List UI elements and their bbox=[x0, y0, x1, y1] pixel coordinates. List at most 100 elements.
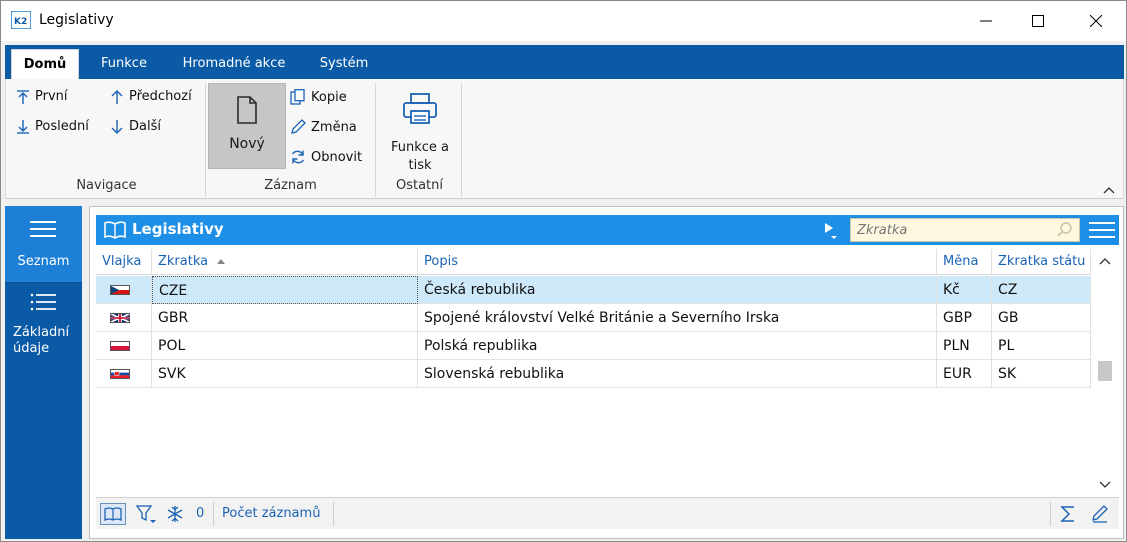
pencil-icon bbox=[1092, 505, 1108, 523]
group-zaznam: Nový Kopie Změna Obnovit Záznam bbox=[206, 83, 376, 197]
next-button[interactable]: Další bbox=[110, 119, 161, 134]
column-header-vlajka[interactable]: Vlajka bbox=[96, 249, 152, 275]
record-count-button[interactable]: Počet záznamů bbox=[222, 506, 320, 521]
last-label: Poslední bbox=[35, 119, 89, 134]
last-button[interactable]: Poslední bbox=[16, 119, 89, 134]
footer-separator bbox=[213, 502, 214, 526]
book-icon bbox=[104, 221, 126, 239]
maximize-button[interactable] bbox=[1015, 1, 1061, 41]
table-row[interactable]: SVK Slovenská rebublika EUR SK bbox=[96, 360, 1091, 388]
gb-flag-icon bbox=[110, 313, 130, 323]
ribbon: První Poslední Předchozí Další Navigace bbox=[5, 79, 1124, 199]
description-cell[interactable]: Slovenská rebublika bbox=[418, 360, 937, 388]
previous-label: Předchozí bbox=[129, 89, 192, 104]
sum-button[interactable] bbox=[1056, 503, 1080, 525]
new-document-icon bbox=[237, 96, 257, 124]
column-header-mena[interactable]: Měna bbox=[937, 249, 992, 275]
scrollbar-thumb[interactable] bbox=[1098, 361, 1112, 381]
previous-button[interactable]: Předchozí bbox=[110, 89, 192, 104]
state-code-cell[interactable]: SK bbox=[992, 360, 1091, 388]
table-row[interactable]: CZE Česká rebublika Kč CZ bbox=[96, 276, 1091, 304]
code-cell[interactable]: POL bbox=[152, 332, 418, 360]
filter-button[interactable] bbox=[134, 503, 158, 525]
description-cell[interactable]: Polská republika bbox=[418, 332, 937, 360]
code-cell[interactable]: SVK bbox=[152, 360, 418, 388]
minimize-button[interactable] bbox=[963, 1, 1009, 41]
copy-button[interactable]: Kopie bbox=[290, 89, 347, 105]
refresh-icon bbox=[291, 150, 305, 164]
collapse-ribbon-icon[interactable] bbox=[1103, 186, 1115, 194]
search-box[interactable] bbox=[850, 218, 1080, 242]
state-code-cell[interactable]: CZ bbox=[992, 276, 1091, 304]
arrow-down-icon bbox=[111, 119, 123, 134]
flag-cell bbox=[96, 304, 152, 332]
change-button[interactable]: Změna bbox=[290, 119, 357, 135]
app-window: K2 Legislativy Domů Funkce Hromadné akce… bbox=[0, 0, 1127, 542]
list-icon bbox=[30, 293, 56, 311]
play-dropdown-icon[interactable] bbox=[824, 222, 838, 240]
first-button[interactable]: První bbox=[16, 89, 68, 104]
cz-flag-icon bbox=[110, 285, 130, 295]
table-row[interactable]: GBR Spojené království Velké Británie a … bbox=[96, 304, 1091, 332]
close-button[interactable] bbox=[1073, 1, 1119, 41]
code-cell[interactable]: GBR bbox=[152, 304, 418, 332]
nav-zakladni-udaje-line2: údaje bbox=[13, 341, 50, 356]
close-icon bbox=[1090, 15, 1102, 27]
nav-seznam-label: Seznam bbox=[17, 254, 70, 269]
app-logo-icon: K2 bbox=[11, 11, 31, 29]
group-ostatni: Funkce a tisk Ostatní bbox=[378, 83, 462, 197]
filter-count: 0 bbox=[196, 506, 205, 521]
currency-cell[interactable]: PLN bbox=[937, 332, 992, 360]
description-cell[interactable]: Česká rebublika bbox=[418, 276, 937, 304]
currency-cell[interactable]: GBP bbox=[937, 304, 992, 332]
new-record-button[interactable]: Nový bbox=[208, 83, 286, 169]
nav-zakladni-udaje-label: Základní údaje bbox=[13, 325, 69, 357]
side-navigation: Seznam Základní údaje bbox=[5, 206, 82, 539]
maximize-icon bbox=[1032, 15, 1044, 27]
sort-ascending-icon bbox=[217, 259, 226, 264]
description-cell[interactable]: Spojené království Velké Británie a Seve… bbox=[418, 304, 937, 332]
tab-domu[interactable]: Domů bbox=[11, 49, 79, 79]
footer-separator bbox=[1050, 502, 1051, 526]
filter-icon bbox=[136, 505, 156, 523]
search-input[interactable] bbox=[855, 221, 1045, 239]
nav-seznam[interactable]: Seznam bbox=[5, 206, 82, 282]
scroll-up-icon[interactable] bbox=[1099, 257, 1111, 265]
vertical-scrollbar[interactable] bbox=[1094, 249, 1114, 493]
table-row[interactable]: POL Polská republika PLN PL bbox=[96, 332, 1091, 360]
sk-flag-icon bbox=[110, 369, 130, 379]
snowflake-button[interactable] bbox=[164, 503, 186, 525]
edit-button[interactable] bbox=[1088, 503, 1112, 525]
snowflake-icon bbox=[167, 506, 183, 522]
functions-print-button[interactable]: Funkce a tisk bbox=[382, 87, 458, 173]
title-bar: K2 Legislativy bbox=[1, 1, 1126, 41]
code-cell[interactable]: CZE bbox=[152, 276, 418, 304]
scroll-down-icon[interactable] bbox=[1099, 481, 1111, 489]
currency-cell[interactable]: EUR bbox=[937, 360, 992, 388]
refresh-label: Obnovit bbox=[311, 149, 363, 165]
tab-system[interactable]: Systém bbox=[307, 49, 381, 79]
refresh-button[interactable]: Obnovit bbox=[290, 149, 362, 165]
functions-print-label: Funkce a tisk bbox=[382, 139, 458, 175]
column-header-popis[interactable]: Popis bbox=[418, 249, 937, 275]
new-record-label: Nový bbox=[229, 136, 265, 152]
search-icon[interactable] bbox=[1057, 222, 1073, 238]
panel-title: Legislativy bbox=[132, 220, 224, 238]
ribbon-tabs: Domů Funkce Hromadné akce Systém bbox=[5, 45, 1124, 79]
menu-icon[interactable] bbox=[1089, 220, 1115, 240]
group-navigace: První Poslední Předchozí Další Navigace bbox=[8, 83, 206, 197]
nav-zakladni-udaje[interactable]: Základní údaje bbox=[5, 282, 82, 368]
state-code-cell[interactable]: PL bbox=[992, 332, 1091, 360]
state-code-cell[interactable]: GB bbox=[992, 304, 1091, 332]
column-header-zkratka-statu[interactable]: Zkratka státu bbox=[992, 249, 1091, 275]
column-header-zkratka[interactable]: Zkratka bbox=[152, 249, 418, 275]
tab-hromadne-akce[interactable]: Hromadné akce bbox=[173, 49, 295, 79]
column-header-zkratka-label: Zkratka bbox=[158, 254, 209, 269]
footer-separator bbox=[333, 502, 334, 526]
book-view-button[interactable] bbox=[100, 503, 126, 525]
list-panel: Legislativy Vlajka Zkratka Po bbox=[89, 206, 1124, 539]
nav-zakladni-udaje-line1: Základní bbox=[13, 325, 70, 340]
tab-funkce[interactable]: Funkce bbox=[89, 49, 159, 79]
currency-cell[interactable]: Kč bbox=[937, 276, 992, 304]
arrow-to-bottom-icon bbox=[17, 119, 29, 134]
